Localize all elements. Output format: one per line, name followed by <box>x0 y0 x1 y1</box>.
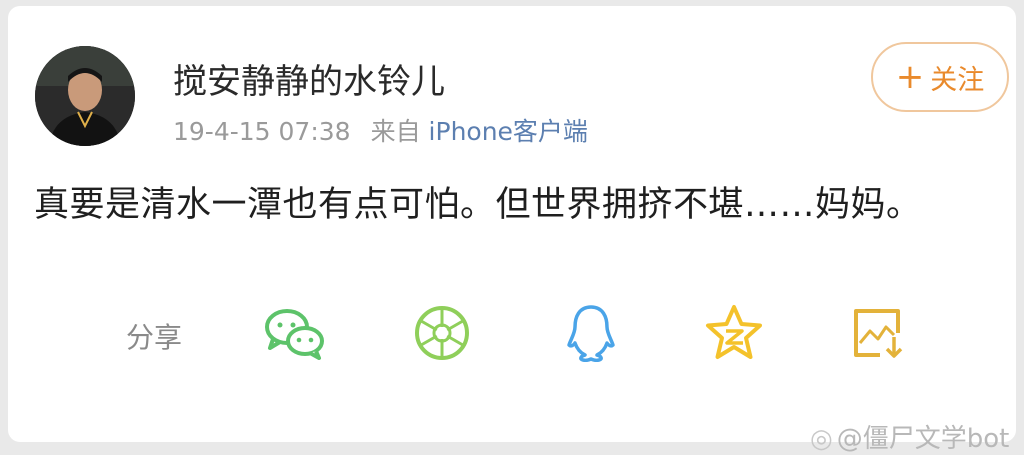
post-meta: 19-4-15 07:38 来自 iPhone客户端 <box>173 112 588 148</box>
post-text: 真要是清水一潭也有点可怕。但世界拥挤不堪……妈妈。 <box>34 185 922 225</box>
timestamp: 19-4-15 07:38 <box>173 117 351 146</box>
source-link[interactable]: iPhone客户端 <box>429 117 588 146</box>
save-image-icon[interactable] <box>846 302 910 364</box>
qq-icon[interactable] <box>559 302 623 364</box>
moments-icon[interactable] <box>410 302 474 364</box>
plus-icon: + <box>895 57 925 97</box>
share-label: 分享 <box>126 321 183 354</box>
watermark: ◎ @僵尸文学bot <box>810 418 1009 455</box>
follow-label: 关注 <box>930 64 985 96</box>
weibo-logo-icon: ◎ <box>810 424 833 454</box>
username[interactable]: 搅安静静的水铃儿 <box>173 54 445 103</box>
follow-button[interactable]: + 关注 <box>871 42 1009 112</box>
avatar[interactable] <box>35 46 135 146</box>
wechat-icon[interactable] <box>263 302 327 364</box>
source-prefix: 来自 <box>370 117 421 146</box>
weibo-post-card: 搅安静静的水铃儿 19-4-15 07:38 来自 iPhone客户端 + 关注 … <box>8 6 1016 442</box>
watermark-text: @僵尸文学bot <box>836 424 1010 454</box>
qzone-icon[interactable] <box>702 302 766 364</box>
